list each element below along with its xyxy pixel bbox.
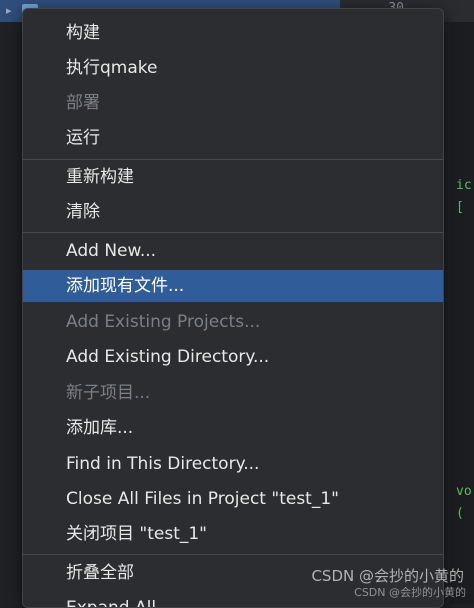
menu-item-deploy: 部署 [66,93,100,113]
menu-item-add-new[interactable]: Add New... [23,235,443,267]
menu-item-add-library[interactable]: 添加库... [23,412,443,444]
code-fragment: ic [456,178,472,193]
menu-separator [23,554,443,555]
expand-arrow-icon[interactable]: ▸ [6,4,12,17]
menu-item-add-existing-projects: Add Existing Projects... [66,312,261,332]
code-fragment: ( [456,506,464,521]
code-fragment: vo [456,484,472,499]
menu-item-close-all-files[interactable]: Close All Files in Project "test_1" [23,483,443,515]
menu-item-clean[interactable]: 清除 [23,196,443,228]
menu-item-new-subproject: 新子项目... [66,383,151,403]
csdn-watermark: CSDN @会抄的小黄的 [311,567,464,585]
code-fragment: [ [456,200,464,215]
menu-item-add-existing-files[interactable]: 添加现有文件... [23,270,443,302]
menu-item-add-existing-directory[interactable]: Add Existing Directory... [23,341,443,373]
menu-item-close-project[interactable]: 关闭项目 "test_1" [23,518,443,550]
menu-item-rebuild[interactable]: 重新构建 [23,161,443,193]
csdn-watermark-small: CSDN @会抄的小黄的 [354,586,466,599]
menu-item-build[interactable]: 构建 [23,17,443,49]
menu-item-run[interactable]: 运行 [23,122,443,154]
background-code-strip: ic [ vo ( [450,22,474,604]
menu-separator [23,159,443,160]
project-context-menu: 构建 执行qmake 部署 运行 重新构建 清除 Add New... 添加现有… [22,8,444,608]
menu-item-run-qmake[interactable]: 执行qmake [23,52,443,84]
menu-separator [23,232,443,233]
menu-item-find-in-directory[interactable]: Find in This Directory... [23,448,443,480]
